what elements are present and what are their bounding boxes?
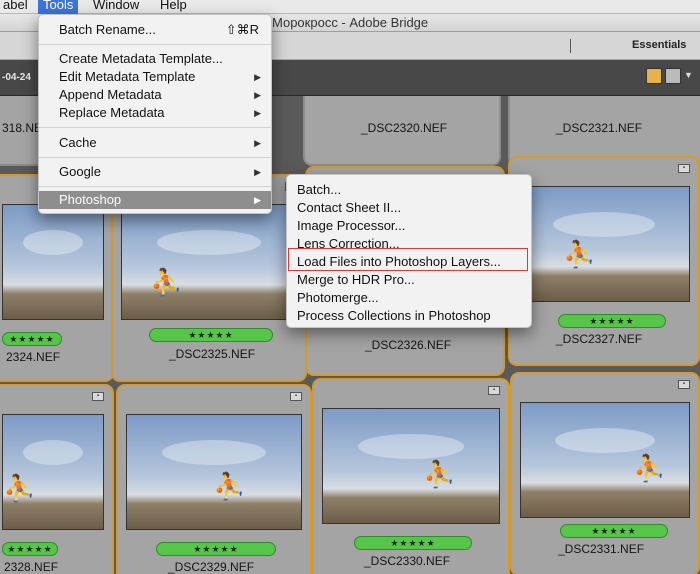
menu-item-edit-metadata-template[interactable]: Edit Metadata Template ▶ [39,68,271,86]
menu-item-label: Create Metadata Template... [59,51,223,66]
keyboard-shortcut: ⇧⌘R [225,22,259,37]
menu-item-process-collections[interactable]: Process Collections in Photoshop [287,307,531,325]
menu-item-merge-to-hdr[interactable]: Merge to HDR Pro... [287,271,531,289]
menu-item-label: Photoshop [59,192,122,207]
menu-item-photoshop[interactable]: Photoshop ▶ [39,191,271,209]
menu-item-google[interactable]: Google ▶ [39,163,271,181]
menu-label[interactable]: abel [0,0,33,14]
menu-item-label: Append Metadata [59,87,162,102]
menu-item-contact-sheet[interactable]: Contact Sheet II... [287,199,531,217]
thumbnail-filename: _DSC2321.NEF [556,121,643,135]
menu-tools[interactable]: Tools [38,0,79,14]
submenu-arrow-icon: ▶ [254,90,261,100]
thumbnail-image: ⛹ [518,186,690,302]
thumbnail-filename: _DSC2330.NEF [364,554,451,568]
menu-item-label: Contact Sheet II... [297,200,402,215]
thumbnail-filename: _DSC2320.NEF [361,121,448,135]
menu-item-batch[interactable]: Batch... [287,181,531,199]
date-label: -04-24 [2,72,31,83]
thumbnail-filename: 2324.NEF [6,350,61,364]
motocross-rider-icon: ⛹ [423,459,456,489]
submenu-arrow-icon: ▶ [254,195,261,205]
thumbnail-image: ⛹ [2,414,104,530]
rating-stars[interactable]: ★★★★★ [2,542,58,556]
menu-divider [39,127,271,128]
menu-item-photomerge[interactable]: Photomerge... [287,289,531,307]
rating-stars[interactable]: ★★★★★ [354,536,472,550]
thumbnail-image: ⛹ [126,414,302,530]
camera-raw-badge-icon: ▪ [678,164,690,173]
thumbnail-cell[interactable]: ▪ ⛹ ★★★★★ _DSC2329.NEF [116,384,312,574]
motocross-rider-icon: ⛹ [213,471,246,501]
menu-item-label: Cache [59,135,97,150]
camera-raw-badge-icon: ▪ [488,386,500,395]
motocross-rider-icon: ⛹ [3,473,36,503]
menu-item-label: Photomerge... [297,290,379,305]
thumbnail-cell[interactable]: _DSC2320.NEF [303,96,501,166]
thumbnail-filename: _DSC2325.NEF [169,347,256,361]
menu-item-label: Google [59,164,101,179]
highlight-callout [288,248,528,271]
thumbnail-filename: _DSC2331.NEF [558,542,645,556]
thumbnail-image: ⛹ [520,402,690,518]
thumbnail-image [2,204,104,320]
menu-divider [39,186,271,187]
menu-item-label: Replace Metadata [59,105,165,120]
menu-item-replace-metadata[interactable]: Replace Metadata ▶ [39,104,271,122]
thumbnail-filename: _DSC2326.NEF [365,338,452,352]
menu-bar: abel Tools Window Help [0,0,700,14]
menu-divider [39,157,271,158]
thumbnail-cell[interactable]: ▪ ⛹ ★★★★★ _DSC2327.NEF [508,156,700,366]
menu-item-create-metadata-template[interactable]: Create Metadata Template... [39,50,271,68]
rating-stars[interactable]: ★★★★★ [149,328,273,342]
menu-item-label: Image Processor... [297,218,406,233]
motocross-rider-icon: ⛹ [633,453,666,483]
menu-item-cache[interactable]: Cache ▶ [39,134,271,152]
thumbnail-image: ⛹ [121,204,297,320]
menu-item-label: Merge to HDR Pro... [297,272,415,287]
thumbnail-cell[interactable]: ▪ ⛹ ★★★★★ 2328.NEF [0,384,114,574]
rating-stars[interactable]: ★★★★★ [156,542,276,556]
submenu-arrow-icon: ▶ [254,108,261,118]
menu-item-image-processor[interactable]: Image Processor... [287,217,531,235]
submenu-arrow-icon: ▶ [254,72,261,82]
window-title: Морокросс - Adobe Bridge [272,15,429,30]
workspace-essentials[interactable]: Essentials [632,39,686,51]
list-view-icon[interactable] [665,68,681,84]
camera-raw-badge-icon: ▪ [290,392,302,401]
motocross-rider-icon: ⛹ [150,267,183,297]
chevron-down-icon[interactable]: ▼ [684,70,693,80]
camera-raw-badge-icon: ▪ [92,392,104,401]
thumbnail-cell[interactable]: ▪ ⛹ ★★★★★ _DSC2330.NEF [312,378,510,574]
rating-stars[interactable]: ★★★★★ [558,314,666,328]
thumbnail-image: ⛹ [322,408,500,524]
menu-item-label: Process Collections in Photoshop [297,308,491,323]
menu-item-label: Batch Rename... [59,22,156,37]
rating-stars[interactable]: ★★★★★ [2,332,62,346]
menu-divider [39,44,271,45]
camera-raw-badge-icon: ▪ [678,380,690,389]
toolbar-divider [570,39,571,53]
thumbnail-filename: _DSC2327.NEF [556,332,643,346]
menu-window[interactable]: Window [88,0,144,14]
rating-stars[interactable]: ★★★★★ [560,524,668,538]
menu-item-label: Edit Metadata Template [59,69,196,84]
submenu-arrow-icon: ▶ [254,138,261,148]
thumbnail-filename: _DSC2329.NEF [168,560,255,574]
menu-item-batch-rename[interactable]: Batch Rename... ⇧⌘R [39,21,271,39]
motocross-rider-icon: ⛹ [563,239,596,269]
menu-item-append-metadata[interactable]: Append Metadata ▶ [39,86,271,104]
menu-item-label: Batch... [297,182,342,197]
submenu-arrow-icon: ▶ [254,167,261,177]
tools-menu: Batch Rename... ⇧⌘R Create Metadata Temp… [38,14,272,214]
grid-view-icon[interactable] [646,68,662,84]
menu-help[interactable]: Help [155,0,192,14]
thumbnail-cell[interactable]: ▪ ⛹ ★★★★★ _DSC2331.NEF [510,372,700,574]
thumbnail-filename: 2328.NEF [4,560,59,574]
